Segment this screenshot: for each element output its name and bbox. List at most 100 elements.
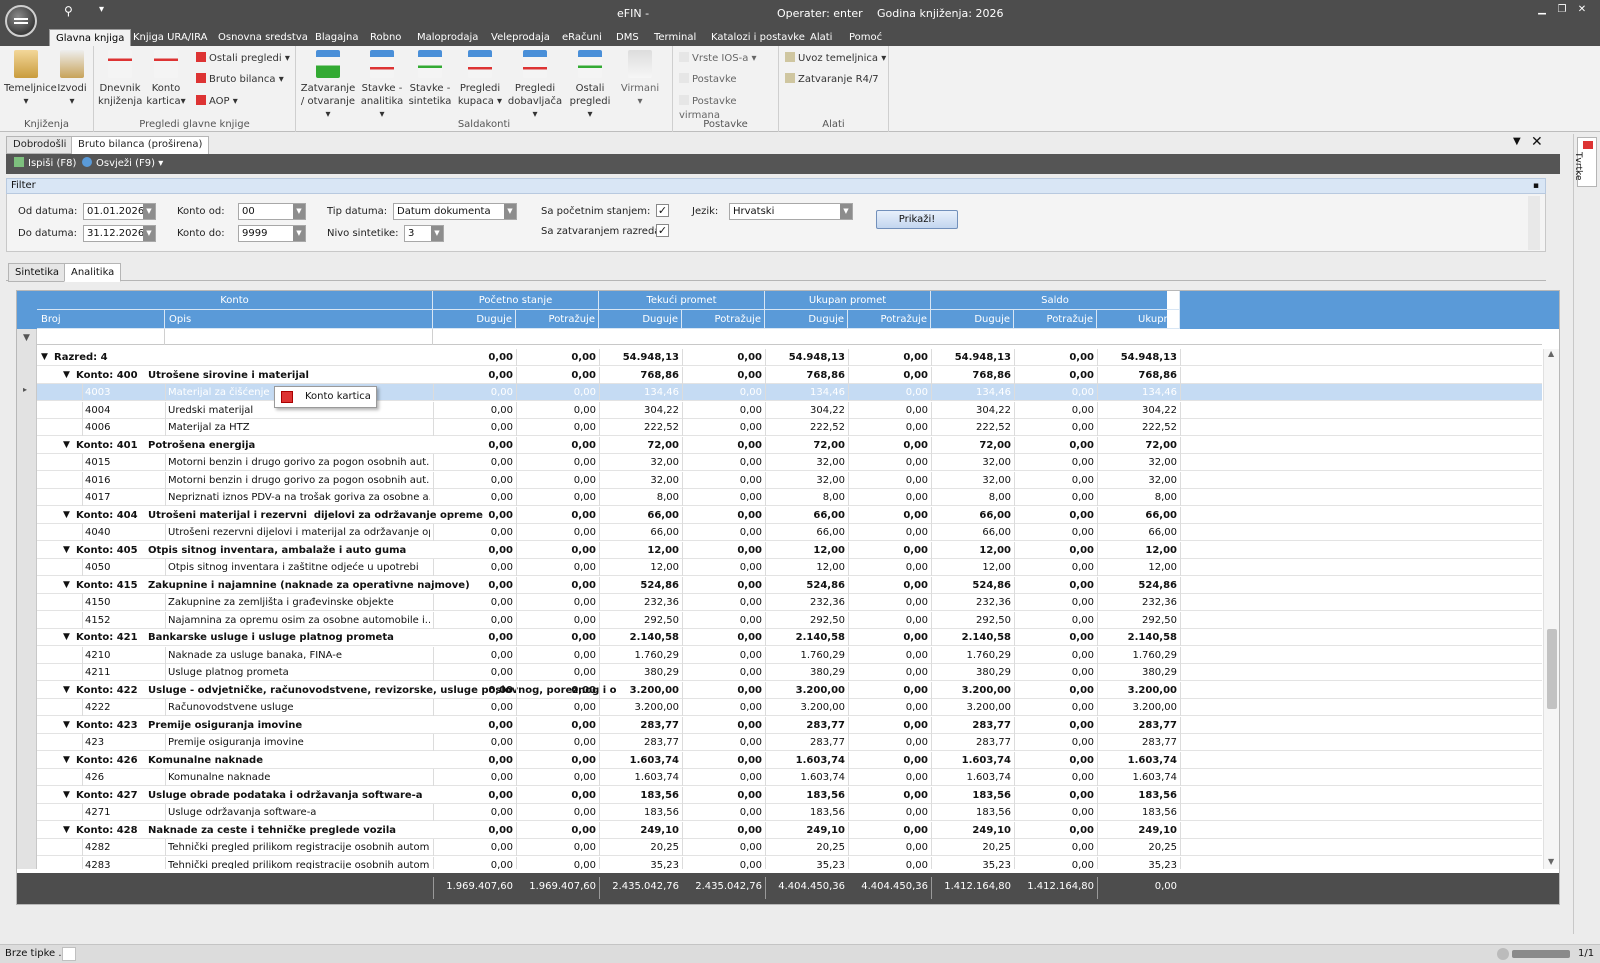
table-row[interactable]: 4282 Tehnički pregled prilikom registraci…	[37, 839, 1542, 856]
minimize-icon[interactable]: ▁	[1533, 3, 1551, 17]
table-row[interactable]: 4016 Motorni benzin i drugo gorivo za pog…	[37, 471, 1542, 489]
scroll-thumb[interactable]	[1547, 629, 1557, 709]
band-konto[interactable]: Konto	[37, 291, 433, 310]
calendar-dropdown-icon[interactable]: ▼	[143, 204, 155, 219]
table-row[interactable]: 4017 Nepriznati iznos PDV-a na trošak gor…	[37, 489, 1542, 506]
nivo-sintetike-field[interactable]: 3 ▼	[404, 225, 444, 242]
pregledi-dobavljaca-button[interactable]: Pregledi dobavljača ▾	[506, 50, 564, 121]
collapse-icon[interactable]: ▼	[63, 542, 75, 559]
tab-veleprodaja[interactable]: Veleprodaja	[485, 29, 556, 46]
bruto-bilanca-button[interactable]: Bruto bilanca ▾	[196, 73, 284, 87]
izvodi-button[interactable]: Izvodi ▾	[52, 50, 92, 108]
stavke-analitika-button[interactable]: Stavke - analitika ▾	[360, 50, 404, 121]
postavke-virmana-button[interactable]: Postavke virmana	[679, 95, 778, 121]
prikazi-button[interactable]: Prikaži!	[876, 210, 958, 229]
table-row[interactable]: 423 Premije osiguranja imovine 0,00 0,00 283…	[37, 734, 1542, 751]
collapse-icon[interactable]: ▼	[63, 577, 75, 594]
do-datuma-field[interactable]: 31.12.2026 ▼	[83, 225, 156, 242]
table-row[interactable]: 4150 Zakupnine za zemljišta i građevinske…	[37, 594, 1542, 611]
ostali-pregledi-button[interactable]: Ostali pregledi ▾	[568, 50, 612, 121]
table-row[interactable]: 4006 Materijal za HTZ 0,00 0,00 222,52 0,00 22…	[37, 419, 1542, 436]
chevron-down-icon[interactable]: ▼	[840, 204, 852, 219]
pocetno-stanje-checkbox[interactable]: ✓	[656, 204, 669, 217]
group-row-konto[interactable]: ▼ Konto: 426 Komunalne naknade 0,00 0,00 1.6…	[37, 751, 1542, 769]
app-menu-button[interactable]	[5, 5, 37, 37]
table-row[interactable]: 4003 Materijal za čišćenje 0,00 0,00 134,46 0…	[37, 384, 1542, 401]
konto-od-field[interactable]: 00 ▼	[238, 203, 306, 220]
ostali-pregledi-small-button[interactable]: Ostali pregledi ▾	[196, 52, 290, 66]
table-row[interactable]: 4050 Otpis sitnog inventara i zaštitne od…	[37, 559, 1542, 576]
close-window-icon[interactable]: ✕	[1573, 3, 1591, 17]
stavke-sintetika-button[interactable]: Stavke - sintetika	[408, 50, 452, 108]
collapse-icon[interactable]: ▼	[63, 717, 75, 734]
zoom-icon[interactable]	[1497, 948, 1509, 960]
col-ukupan-potrazuje[interactable]: Potražuje	[848, 310, 931, 329]
tab-list-dropdown-icon[interactable]: ▼	[1513, 136, 1521, 147]
col-opis[interactable]: Opis	[165, 310, 433, 329]
zatvaranje-r47-button[interactable]: Zatvaranje R4/7	[785, 73, 879, 87]
auto-filter-row[interactable]	[37, 329, 1542, 345]
group-row-razred[interactable]: ▼ Razred: 4 0,00 0,00 54.948,13 0,00 54.948,13…	[37, 349, 1542, 366]
group-row-konto[interactable]: ▼ Konto: 400 Utrošene sirovine i materija…	[37, 366, 1542, 384]
quick-access-menu-icon[interactable]: ▾	[99, 4, 104, 15]
collapse-icon[interactable]: ▼	[63, 822, 75, 839]
group-row-konto[interactable]: ▼ Konto: 428 Naknade za ceste i tehničke …	[37, 821, 1542, 839]
calendar-dropdown-icon[interactable]: ▼	[143, 226, 155, 241]
collapse-icon[interactable]: ▼	[63, 507, 75, 524]
collapse-icon[interactable]: ▼	[41, 349, 53, 366]
table-row[interactable]: 4283 Tehnički pregled prilikom registraci…	[37, 856, 1542, 869]
collapse-icon[interactable]: ▼	[63, 367, 75, 384]
pin-icon[interactable]: ⚲	[64, 4, 73, 18]
virmani-button[interactable]: Virmani ▾	[618, 50, 662, 108]
tab-eracuni[interactable]: eRačuni	[556, 29, 608, 46]
konto-do-field[interactable]: 9999 ▼	[238, 225, 306, 242]
collapse-icon[interactable]: ▼	[63, 752, 75, 769]
tab-glavna-knjiga[interactable]: Glavna knjiga	[49, 29, 132, 46]
band-saldo[interactable]: Saldo	[931, 291, 1180, 310]
col-saldo-duguje[interactable]: Duguje	[931, 310, 1014, 329]
close-tab-icon[interactable]: ✕	[1531, 134, 1543, 150]
tab-terminal[interactable]: Terminal	[648, 29, 702, 46]
tab-pomoc[interactable]: Pomoć	[843, 29, 888, 46]
group-row-konto[interactable]: ▼ Konto: 401 Potrošena energija 0,00 0,00 72…	[37, 436, 1542, 454]
tab-blagajna[interactable]: Blagajna	[309, 29, 365, 46]
group-row-konto[interactable]: ▼ Konto: 421 Bankarske usluge i usluge pl…	[37, 629, 1542, 646]
zoom-slider[interactable]	[1512, 950, 1570, 958]
tab-dobrodosli[interactable]: Dobrodošli	[6, 136, 74, 154]
chevron-down-icon[interactable]: ▼	[431, 226, 443, 241]
tab-maloprodaja[interactable]: Maloprodaja	[411, 29, 484, 46]
col-saldo-ukupno[interactable]: Ukupno	[1097, 310, 1180, 329]
group-row-konto[interactable]: ▼ Konto: 427 Usluge obrade podataka i odr…	[37, 786, 1542, 804]
scroll-down-icon[interactable]: ▼	[1548, 857, 1554, 866]
collapse-icon[interactable]: ▼	[63, 629, 75, 646]
band-tekuci-promet[interactable]: Tekući promet	[599, 291, 765, 310]
grid-vertical-scrollbar[interactable]: ▲ ▼	[1543, 349, 1559, 869]
od-datuma-field[interactable]: 01.01.2026 ▼	[83, 203, 156, 220]
tab-analitika[interactable]: Analitika	[64, 263, 122, 282]
temeljnice-button[interactable]: Temeljnice ▾	[4, 50, 57, 108]
tip-datuma-select[interactable]: Datum dokumenta ▼	[393, 203, 517, 220]
uvoz-temeljnica-button[interactable]: Uvoz temeljnica ▾	[785, 52, 886, 66]
scroll-up-icon[interactable]: ▲	[1548, 349, 1554, 358]
tab-knjiga-ura-ira[interactable]: Knjiga URA/IRA	[127, 29, 214, 46]
band-ukupan-promet[interactable]: Ukupan promet	[765, 291, 931, 310]
tab-alati[interactable]: Alati	[804, 29, 838, 46]
col-pocetno-duguje[interactable]: Duguje	[433, 310, 516, 329]
refresh-button[interactable]: Osvježi (F9) ▾	[82, 156, 163, 172]
restore-icon[interactable]: ❐	[1553, 3, 1571, 17]
chevron-down-icon[interactable]: ▼	[504, 204, 516, 219]
filter-icon[interactable]: ▼	[23, 333, 30, 343]
table-row[interactable]: 4004 Uredski materijal 0,00 0,00 304,22 0,00 3…	[37, 401, 1542, 419]
tab-katalozi-postavke[interactable]: Katalozi i postavke	[705, 29, 811, 46]
band-pocetno-stanje[interactable]: Početno stanje	[433, 291, 599, 310]
table-row[interactable]: 4040 Utrošeni rezervni dijelovi i materij…	[37, 524, 1542, 541]
table-row[interactable]: 426 Komunalne naknade 0,00 0,00 1.603,74 0,00…	[37, 769, 1542, 786]
jezik-select[interactable]: Hrvatski ▼	[729, 203, 853, 220]
table-row[interactable]: 4015 Motorni benzin i drugo gorivo za pog…	[37, 454, 1542, 471]
collapse-icon[interactable]: ▼	[63, 787, 75, 804]
table-row[interactable]: 4152 Najamnina za opremu osim za osobne a…	[37, 611, 1542, 629]
table-row[interactable]: 4222 Računovodstvene usluge 0,00 0,00 3.200,…	[37, 699, 1542, 716]
table-row[interactable]: 4210 Naknade za usluge banaka, FINA-e 0,00…	[37, 646, 1542, 664]
tab-bruto-bilanca[interactable]: Bruto bilanca (proširena)	[71, 136, 210, 154]
col-tekuci-duguje[interactable]: Duguje	[599, 310, 682, 329]
